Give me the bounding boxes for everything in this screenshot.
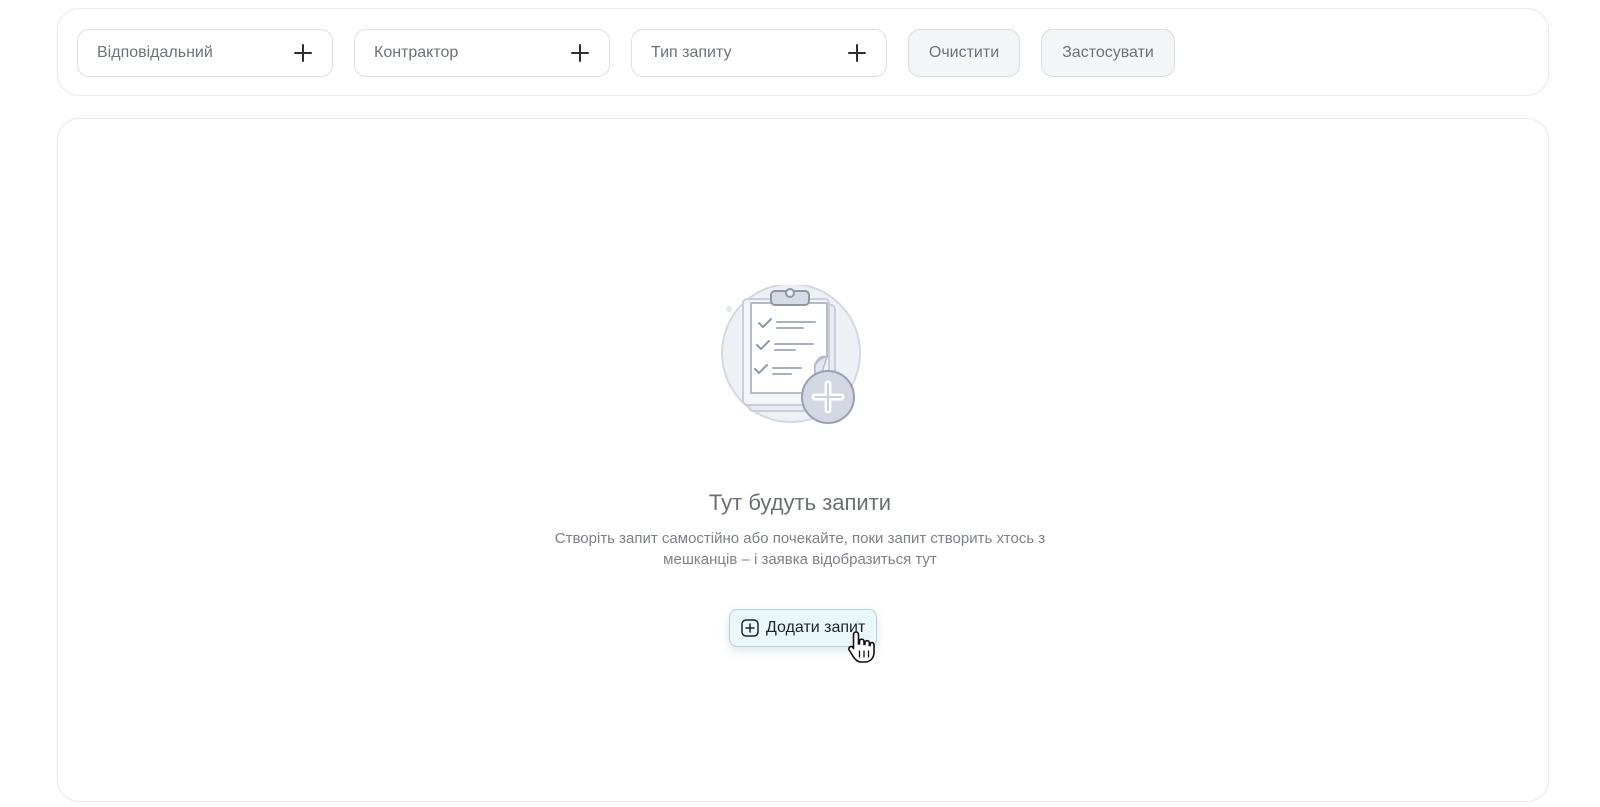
empty-state-title: Тут будуть запити xyxy=(708,490,892,515)
empty-state-description: Створіть запит самостійно або почекайте,… xyxy=(554,530,1046,568)
contractor-filter[interactable]: Контрактор xyxy=(354,29,610,77)
responsible-filter-label: Відповідальний xyxy=(97,44,213,61)
request-type-filter[interactable]: Тип запиту xyxy=(631,29,887,77)
add-request-label: Додати запит xyxy=(766,619,866,636)
clear-button[interactable]: Очистити xyxy=(908,29,1020,77)
contractor-filter-label: Контрактор xyxy=(374,44,459,61)
apply-button[interactable]: Застосувати xyxy=(1041,29,1175,77)
plus-icon[interactable] xyxy=(294,44,312,62)
add-request-button[interactable]: Додати запит xyxy=(729,609,877,647)
square-plus-icon xyxy=(741,619,759,637)
requests-panel xyxy=(57,118,1549,802)
filter-bar: Відповідальний Контрактор Тип запиту Очи… xyxy=(57,8,1549,96)
plus-icon[interactable] xyxy=(571,44,589,62)
request-type-filter-label: Тип запиту xyxy=(651,44,732,61)
responsible-filter[interactable]: Відповідальний xyxy=(77,29,333,77)
clipboard-checklist-icon xyxy=(721,285,861,424)
plus-icon[interactable] xyxy=(848,44,866,62)
